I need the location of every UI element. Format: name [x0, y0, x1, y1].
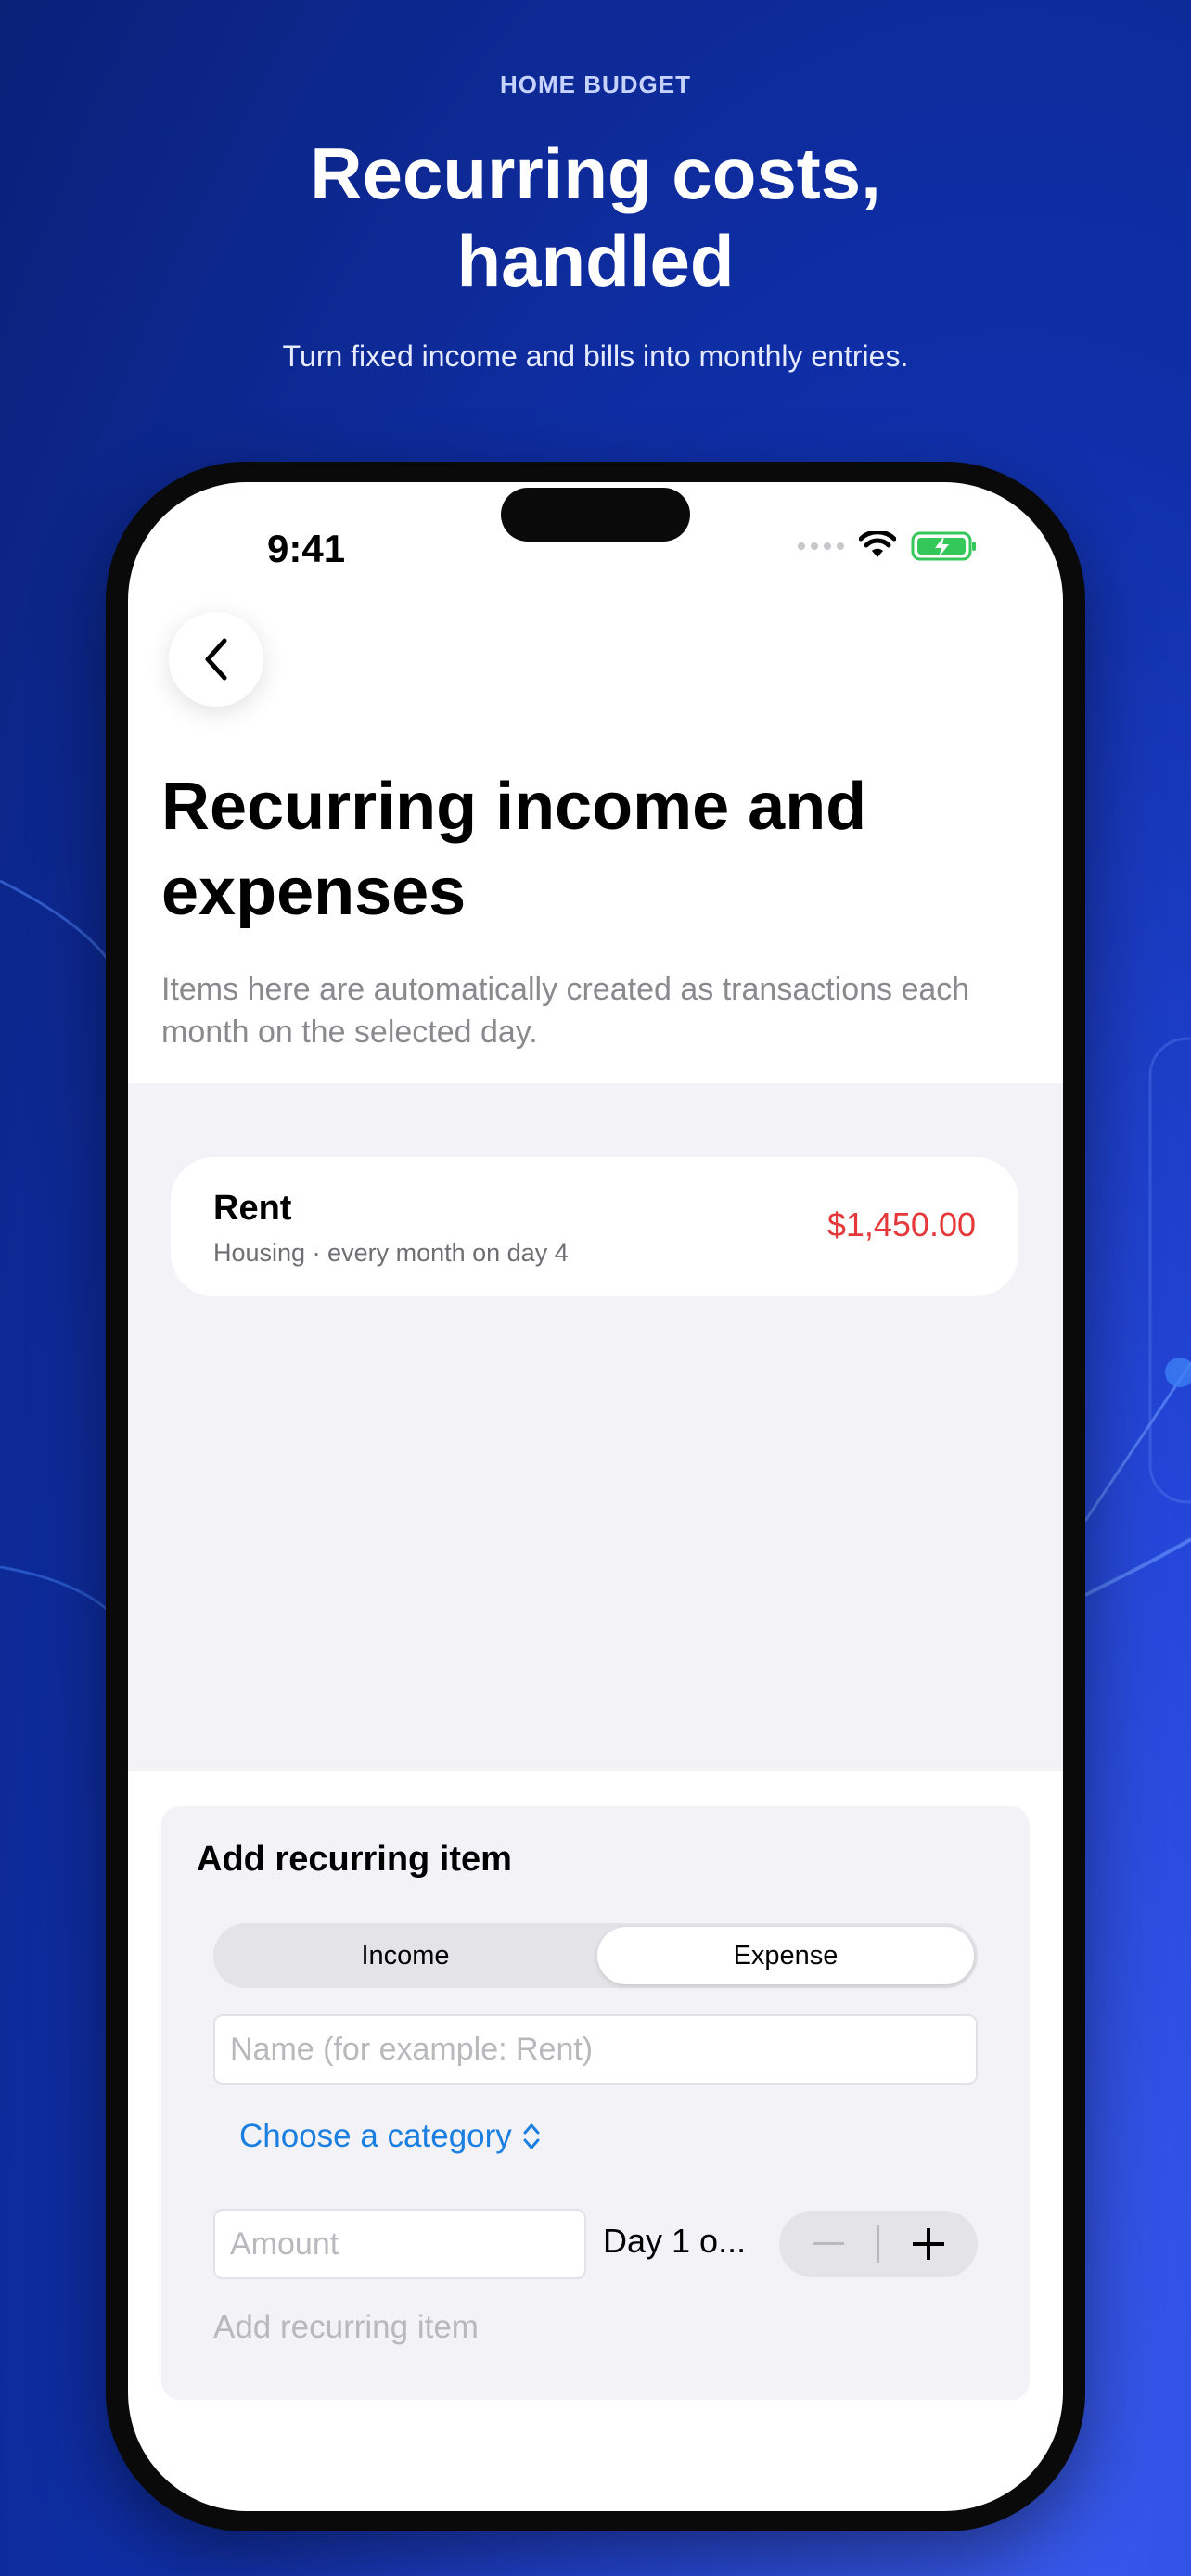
amount-input[interactable]: Amount [213, 2209, 586, 2279]
name-input[interactable]: Name (for example: Rent) [213, 2014, 978, 2085]
back-button[interactable] [169, 612, 263, 707]
headline-text: Recurring costs, handled [310, 133, 881, 301]
increment-button[interactable] [879, 2211, 978, 2277]
segment-expense[interactable]: Expense [597, 1927, 974, 1984]
add-recurring-form: Add recurring item Income Expense Name (… [161, 1806, 1030, 2400]
category-label: Choose a category [239, 2118, 512, 2154]
add-recurring-item-button[interactable]: Add recurring item [213, 2309, 479, 2346]
plus-icon [913, 2228, 944, 2260]
signal-dots-icon [798, 542, 844, 550]
eyebrow: HOME BUDGET [500, 70, 691, 98]
status-time: 9:41 [267, 527, 346, 570]
segment-income[interactable]: Income [217, 1927, 594, 1984]
recurring-list: Rent Housing · every month on day 4 $1,4… [128, 1083, 1063, 1771]
subline: Turn fixed income and bills into monthly… [282, 339, 909, 373]
phone-frame: 9:41 Recurring income and expenses Items… [106, 462, 1085, 2531]
category-picker[interactable]: Choose a category [239, 2118, 542, 2155]
page-description: Items here are automatically created as … [161, 972, 970, 1050]
phone-screen: 9:41 Recurring income and expenses Items… [128, 482, 1063, 2511]
item-name: Rent [213, 1189, 292, 1228]
item-amount: $1,450.00 [826, 1205, 976, 1243]
day-label: Day 1 o... [603, 2222, 747, 2260]
minus-icon [813, 2242, 844, 2245]
day-stepper [779, 2211, 978, 2277]
wifi-icon [859, 531, 896, 557]
battery-charging-icon [911, 531, 976, 561]
item-meta: Housing · every month on day 4 [213, 1239, 569, 1267]
list-item[interactable]: Rent Housing · every month on day 4 $1,4… [171, 1157, 1018, 1296]
headline: Recurring costs, handled [0, 130, 1191, 304]
chevron-up-down-icon [523, 2123, 540, 2149]
page-title: Recurring income and expenses [161, 770, 867, 929]
dynamic-island [501, 488, 690, 542]
type-segmented-control: Income Expense [213, 1923, 978, 1988]
chevron-left-icon [205, 638, 227, 681]
status-icons [798, 530, 978, 562]
decrement-button[interactable] [779, 2211, 877, 2277]
form-title: Add recurring item [197, 1840, 512, 1879]
